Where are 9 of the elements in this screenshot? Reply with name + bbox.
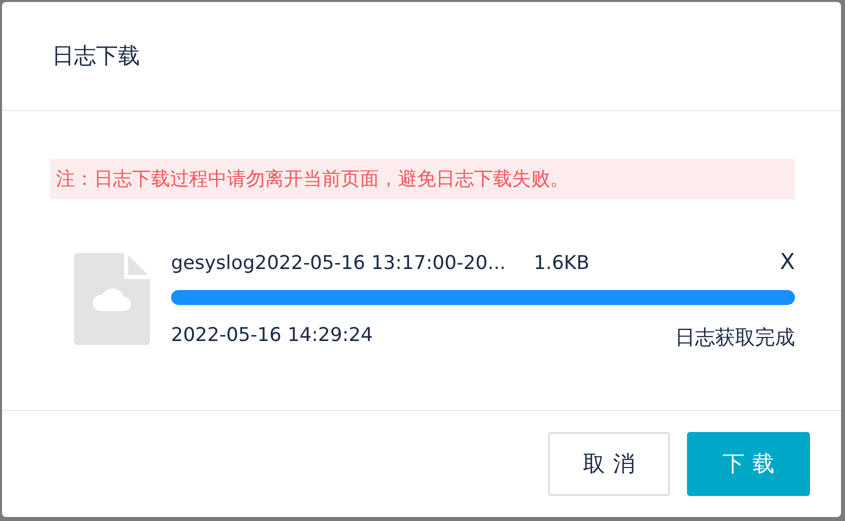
- warning-notice: 注：日志下载过程中请勿离开当前页面，避免日志下载失败。: [50, 159, 795, 199]
- file-timestamp: 2022-05-16 14:29:24: [171, 324, 373, 348]
- cancel-button[interactable]: 取消: [548, 432, 670, 496]
- file-name: gesyslog2022-05-16 13:17:00-20...: [171, 252, 506, 274]
- close-button[interactable]: X: [780, 251, 795, 275]
- file-size: 1.6KB: [534, 252, 590, 274]
- dialog-title: 日志下载: [52, 43, 140, 71]
- file-icon: [74, 253, 150, 345]
- status-text: 日志获取完成: [675, 324, 795, 351]
